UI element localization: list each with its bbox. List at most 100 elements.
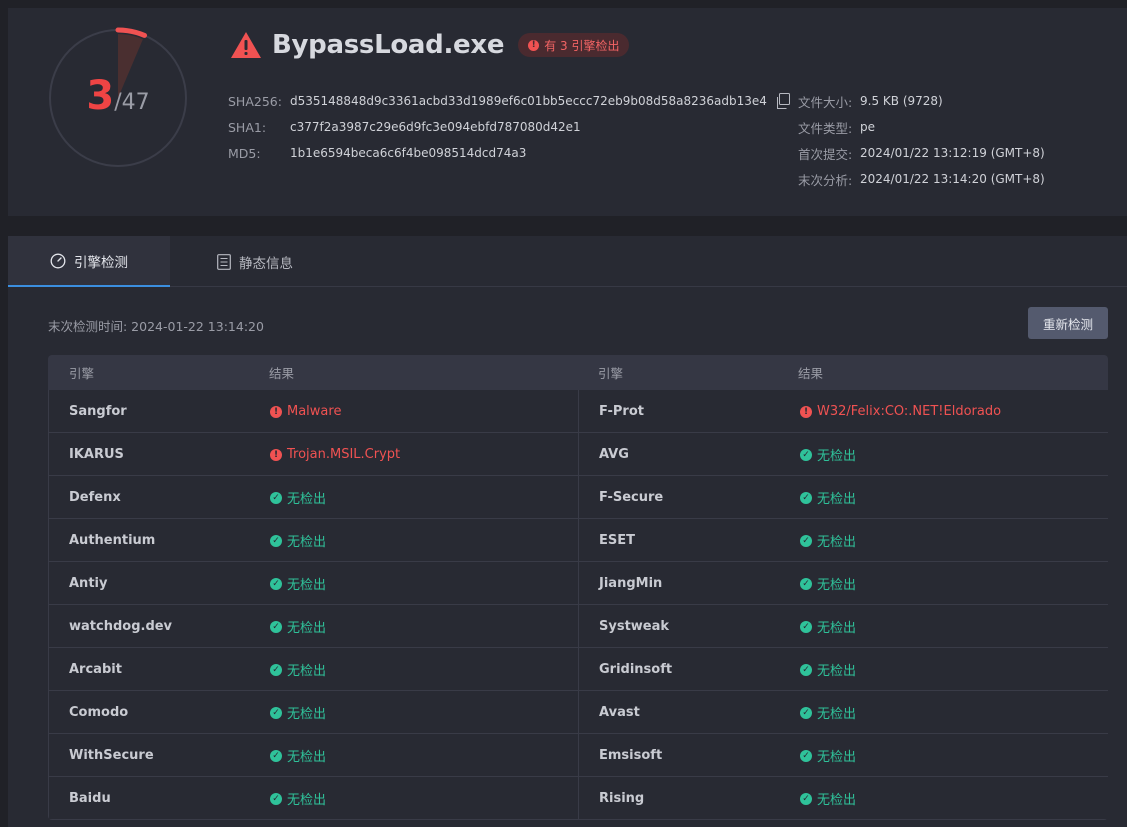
- check-circle-icon: ✓: [800, 448, 812, 461]
- engine-name: Antiy: [69, 576, 108, 591]
- table-row: Antiy ✓ 无检出 JiangMin ✓ 无检出: [48, 562, 1108, 605]
- check-circle-icon: ✓: [800, 663, 812, 676]
- engine-name: Emsisoft: [599, 748, 663, 763]
- engine-name: WithSecure: [69, 748, 154, 763]
- engine-result-cell: AVG ✓ 无检出: [578, 433, 1108, 476]
- result-text: 无检出: [817, 449, 857, 464]
- tab-static-info[interactable]: 静态信息: [200, 236, 310, 287]
- meta-label: 文件大小:: [798, 94, 853, 110]
- check-circle-icon: ✓: [800, 749, 812, 762]
- gauge-icon: [50, 253, 66, 268]
- engine-results-table: 引擎 结果 引擎 结果 Sangfor! Malware F-Prot! W32/Fe…: [48, 355, 1108, 820]
- result-clean: ✓ 无检出: [800, 777, 856, 820]
- result-text: Malware: [287, 404, 342, 419]
- engine-result-cell: ESET ✓ 无检出: [578, 519, 1108, 562]
- result-text: 无检出: [817, 621, 857, 636]
- tab-label: 引擎检测: [74, 254, 128, 271]
- tab-bar: 引擎检测 静态信息: [8, 236, 1127, 287]
- file-meta: 文件大小: 9.5 KB (9728) 文件类型: pe 首次提交: 2024/…: [798, 88, 1045, 192]
- hash-value[interactable]: 1b1e6594beca6c6f4be098514dcd74a3: [290, 146, 526, 160]
- engine-name: watchdog.dev: [69, 619, 173, 634]
- meta-row-last-analysis: 末次分析: 2024/01/22 13:14:20 (GMT+8): [798, 166, 1045, 192]
- engine-name: Systweak: [599, 619, 670, 634]
- result-clean: ✓ 无检出: [800, 691, 856, 734]
- check-circle-icon: ✓: [800, 792, 812, 805]
- engine-name: AVG: [599, 447, 629, 462]
- table-row: IKARUS! Trojan.MSIL.Crypt AVG ✓ 无检出: [48, 433, 1108, 476]
- check-circle-icon: ✓: [800, 620, 812, 633]
- engine-name: IKARUS: [69, 447, 124, 462]
- table-header: 引擎 结果 引擎 结果: [48, 355, 1108, 390]
- engine-result-cell: F-Secure ✓ 无检出: [578, 476, 1108, 519]
- engine-name: Arcabit: [69, 662, 122, 677]
- table-row: Sangfor! Malware F-Prot! W32/Felix:CO:.NET!…: [48, 390, 1108, 433]
- alert-circle-icon: !: [528, 39, 540, 51]
- meta-row-type: 文件类型: pe: [798, 114, 1045, 140]
- engine-name: Gridinsoft: [599, 662, 673, 677]
- result-text: 无检出: [287, 492, 327, 507]
- engine-result-cell: Rising ✓ 无检出: [578, 777, 1108, 820]
- meta-label: 末次分析:: [798, 172, 853, 188]
- result-text: 无检出: [287, 750, 327, 765]
- engine-name: F-Prot: [599, 404, 644, 419]
- engine-result-cell: WithSecure ✓ 无检出: [48, 734, 578, 777]
- engine-result-cell: Comodo ✓ 无检出: [48, 691, 578, 734]
- engine-result-cell: Emsisoft ✓ 无检出: [578, 734, 1108, 777]
- engine-name: Authentium: [69, 533, 156, 548]
- tab-label: 静态信息: [239, 255, 293, 272]
- column-header-result: 结果: [269, 366, 295, 381]
- result-text: 无检出: [817, 578, 857, 593]
- hash-label: SHA1:: [228, 119, 267, 135]
- engine-result-cell: Baidu ✓ 无检出: [48, 777, 578, 820]
- detection-badge: ! 有 3 引擎检出: [518, 33, 630, 57]
- detection-badge-label: 有 3 引擎检出: [544, 38, 620, 53]
- check-circle-icon: ✓: [800, 491, 812, 504]
- hash-label: SHA256:: [228, 93, 282, 109]
- result-clean: ✓ 无检出: [270, 777, 326, 820]
- result-clean: ✓ 无检出: [800, 562, 856, 605]
- result-detected: ! Malware: [270, 390, 341, 433]
- alert-circle-icon: !: [800, 405, 812, 418]
- result-text: 无检出: [817, 707, 857, 722]
- meta-row-first-submit: 首次提交: 2024/01/22 13:12:19 (GMT+8): [798, 140, 1045, 166]
- engine-name: ESET: [599, 533, 635, 548]
- hash-value[interactable]: d535148848d9c3361acbd33d1989ef6c01bb5ecc…: [290, 94, 767, 108]
- hash-list: SHA256: d535148848d9c3361acbd33d1989ef6c…: [228, 88, 791, 166]
- result-clean: ✓ 无检出: [270, 519, 326, 562]
- tab-engine-detection[interactable]: 引擎检测: [8, 236, 170, 287]
- engine-result-cell: Defenx ✓ 无检出: [48, 476, 578, 519]
- check-circle-icon: ✓: [270, 706, 282, 719]
- result-text: 无检出: [817, 535, 857, 550]
- result-clean: ✓ 无检出: [270, 605, 326, 648]
- meta-value: 9.5 KB (9728): [860, 94, 943, 108]
- table-row: Defenx ✓ 无检出 F-Secure ✓ 无检出: [48, 476, 1108, 519]
- result-text: 无检出: [287, 664, 327, 679]
- check-circle-icon: ✓: [800, 706, 812, 719]
- copy-icon[interactable]: [775, 93, 791, 109]
- result-text: Trojan.MSIL.Crypt: [287, 447, 401, 462]
- result-clean: ✓ 无检出: [800, 433, 856, 476]
- hash-label: MD5:: [228, 145, 261, 161]
- engine-name: Baidu: [69, 791, 111, 806]
- meta-label: 首次提交:: [798, 146, 853, 162]
- engine-name: Rising: [599, 791, 645, 806]
- result-detected: ! Trojan.MSIL.Crypt: [270, 433, 400, 476]
- check-circle-icon: ✓: [270, 792, 282, 805]
- result-detected: ! W32/Felix:CO:.NET!Eldorado: [800, 390, 1001, 433]
- engine-total: /47: [114, 90, 150, 115]
- result-text: 无检出: [817, 750, 857, 765]
- check-circle-icon: ✓: [800, 577, 812, 590]
- engine-name: Comodo: [69, 705, 129, 720]
- check-circle-icon: ✓: [800, 534, 812, 547]
- result-text: W32/Felix:CO:.NET!Eldorado: [817, 404, 1002, 419]
- result-clean: ✓ 无检出: [800, 648, 856, 691]
- check-circle-icon: ✓: [270, 620, 282, 633]
- engine-result-cell: Sangfor! Malware: [48, 390, 578, 433]
- column-header-result: 结果: [798, 366, 824, 381]
- column-header-engine: 引擎: [598, 366, 624, 381]
- rescan-button[interactable]: 重新检测: [1028, 307, 1108, 339]
- alert-circle-icon: !: [270, 448, 282, 461]
- meta-value: 2024/01/22 13:14:20 (GMT+8): [860, 172, 1045, 186]
- engine-result-cell: F-Prot! W32/Felix:CO:.NET!Eldorado: [578, 390, 1108, 433]
- hash-value[interactable]: c377f2a3987c29e6d9fc3e094ebfd787080d42e1: [290, 120, 581, 134]
